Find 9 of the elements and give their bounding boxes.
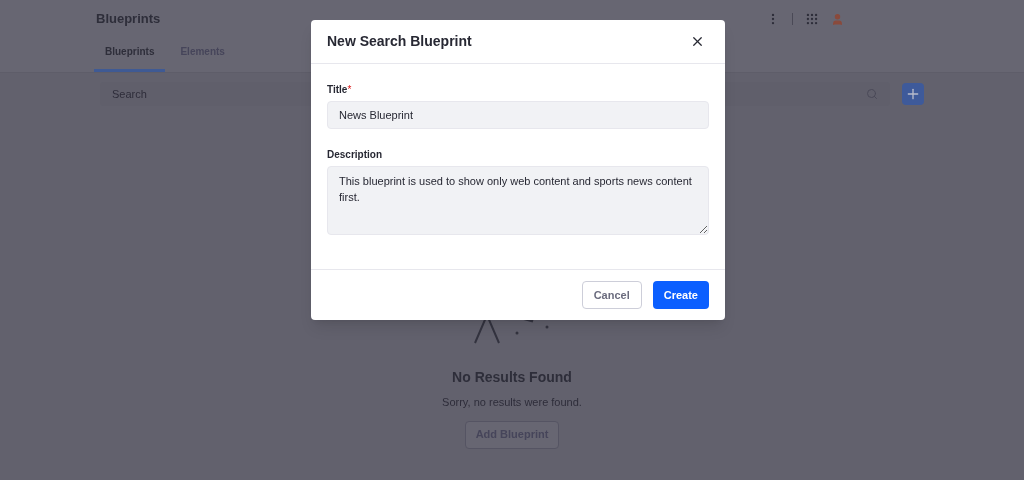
field-label: Title [327,83,348,97]
modal-title: New Search Blueprint [327,32,472,51]
field-label: Description [327,148,382,162]
title-input[interactable]: News Blueprint [327,101,709,129]
required-mark: * [347,83,352,97]
description-textarea[interactable]: This blueprint is used to show only web content and sports news content first. [327,166,709,235]
cancel-button[interactable]: Cancel [581,281,642,309]
create-button[interactable]: Create [652,281,709,309]
page-title: Blueprints [96,10,161,29]
